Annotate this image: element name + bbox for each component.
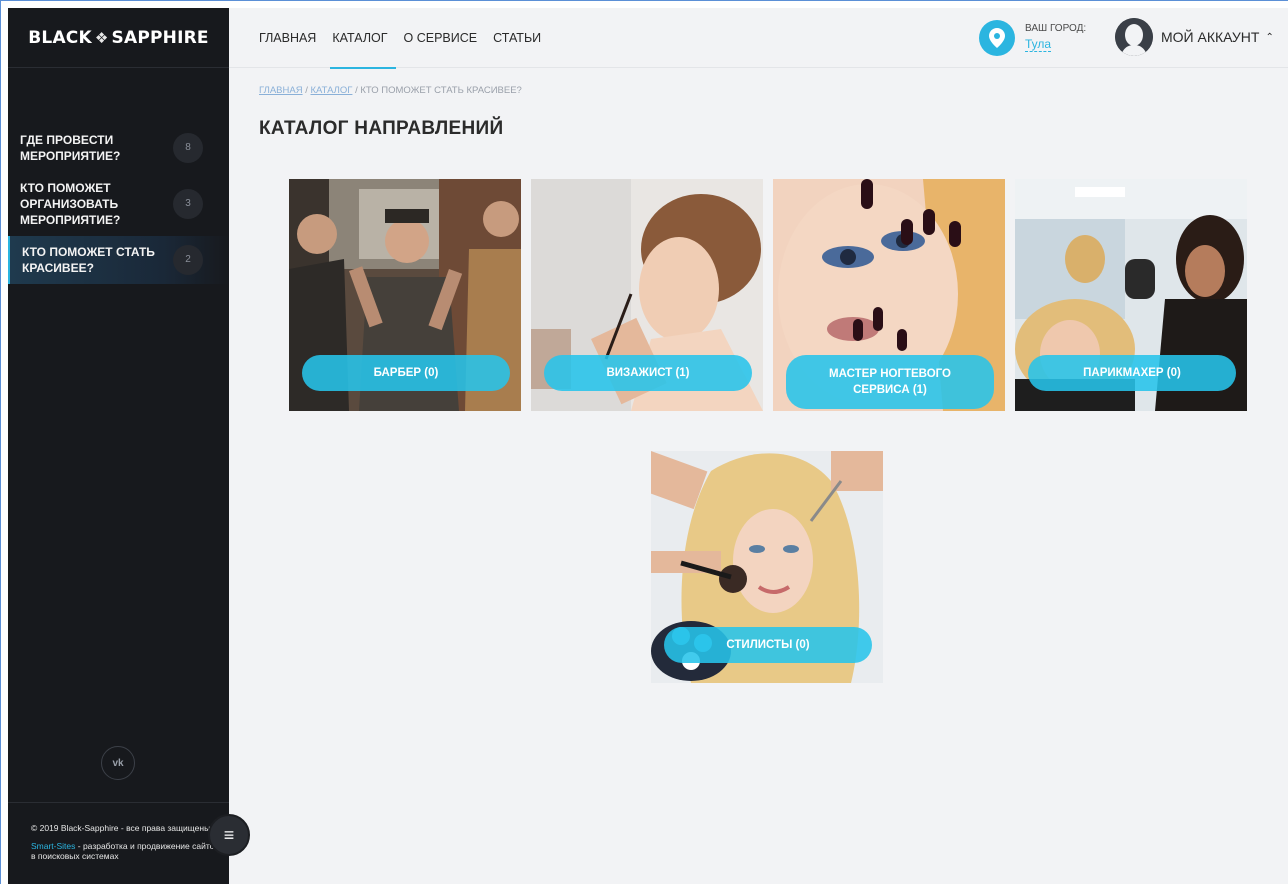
breadcrumb-catalog[interactable]: КАТАЛОГ (311, 85, 353, 96)
sidebar-item-label: ГДЕ ПРОВЕСТИ МЕРОПРИЯТИЕ? (20, 133, 121, 163)
avatar-icon (1115, 18, 1153, 56)
breadcrumb-separator: / (302, 85, 311, 96)
breadcrumb: ГЛАВНАЯ / КАТАЛОГ / КТО ПОМОЖЕТ СТАТЬ КР… (259, 85, 522, 96)
gem-icon: ❖ (94, 28, 109, 47)
side-menu: ГДЕ ПРОВЕСТИ МЕРОПРИЯТИЕ? 8 КТО ПОМОЖЕТ … (8, 124, 229, 284)
page-title: КАТАЛОГ НАПРАВЛЕНИЙ (259, 118, 504, 139)
nav-articles[interactable]: СТАТЬИ (485, 8, 549, 68)
catalog-card-hairdresser[interactable]: ПАРИКМАХЕР (0) (1015, 179, 1247, 411)
card-label: БАРБЕР (0) (302, 355, 510, 391)
nav-catalog[interactable]: КАТАЛОГ (324, 8, 396, 69)
nav-about[interactable]: О СЕРВИСЕ (396, 8, 486, 68)
vk-icon[interactable]: vk (101, 746, 135, 780)
developer-credit: Smart-Sites - разработка и продвижение с… (31, 841, 219, 861)
copyright-text: © 2019 Black-Sapphire - все права защище… (31, 823, 211, 833)
catalog-card-makeup-artist[interactable]: ВИЗАЖИСТ (1) (531, 179, 763, 411)
sidebar-item-label: КТО ПОМОЖЕТ СТАТЬ КРАСИВЕЕ? (22, 245, 155, 275)
breadcrumb-current: КТО ПОМОЖЕТ СТАТЬ КРАСИВЕЕ? (360, 85, 522, 96)
count-badge: 2 (173, 245, 203, 275)
account-menu[interactable]: МОЙ АККАУНТ ⌃ (1115, 18, 1274, 56)
nav-home[interactable]: ГЛАВНАЯ (251, 8, 324, 68)
sidebar-item-beauty[interactable]: КТО ПОМОЖЕТ СТАТЬ КРАСИВЕЕ? 2 (8, 236, 229, 284)
location-pin-icon (979, 20, 1015, 56)
count-badge: 3 (173, 189, 203, 219)
developer-link[interactable]: Smart-Sites (31, 841, 75, 851)
top-bar: ГЛАВНАЯ КАТАЛОГ О СЕРВИСЕ СТАТЬИ ВАШ ГОР… (229, 8, 1288, 69)
chevron-up-icon: ⌃ (1265, 31, 1274, 43)
sidebar-item-label: КТО ПОМОЖЕТ ОРГАНИЗОВАТЬ МЕРОПРИЯТИЕ? (20, 181, 121, 227)
card-label: МАСТЕР НОГТЕВОГО СЕРВИСА (1) (786, 355, 994, 409)
city-label: ВАШ ГОРОД: (1025, 23, 1087, 34)
breadcrumb-home[interactable]: ГЛАВНАЯ (259, 85, 303, 96)
hamburger-icon: ≡ (223, 824, 235, 845)
card-label: СТИЛИСТЫ (0) (664, 627, 872, 663)
logo-left: BLACK (28, 27, 92, 48)
sidebar: BLACK ❖ SAPPHIRE ГДЕ ПРОВЕСТИ МЕРОПРИЯТИ… (8, 8, 229, 884)
main-content: ГЛАВНАЯ КАТАЛОГ О СЕРВИСЕ СТАТЬИ ВАШ ГОР… (229, 8, 1288, 884)
catalog-card-stylists[interactable]: СТИЛИСТЫ (0) (651, 451, 883, 683)
hamburger-menu-button[interactable]: ≡ (208, 814, 250, 856)
count-badge: 8 (173, 133, 203, 163)
catalog-card-barber[interactable]: БАРБЕР (0) (289, 179, 521, 411)
logo[interactable]: BLACK ❖ SAPPHIRE (8, 8, 229, 68)
logo-right: SAPPHIRE (111, 27, 209, 48)
card-label: ПАРИКМАХЕР (0) (1028, 355, 1236, 391)
catalog-card-nail-master[interactable]: МАСТЕР НОГТЕВОГО СЕРВИСА (1) (773, 179, 1005, 411)
main-nav: ГЛАВНАЯ КАТАЛОГ О СЕРВИСЕ СТАТЬИ (251, 8, 549, 69)
card-label: ВИЗАЖИСТ (1) (544, 355, 752, 391)
account-label: МОЙ АККАУНТ (1161, 29, 1260, 45)
city-name-link[interactable]: Тула (1025, 37, 1052, 52)
sidebar-item-events[interactable]: ГДЕ ПРОВЕСТИ МЕРОПРИЯТИЕ? 8 (8, 124, 229, 172)
city-selector[interactable]: ВАШ ГОРОД: Тула (979, 20, 1086, 56)
sidebar-item-organize[interactable]: КТО ПОМОЖЕТ ОРГАНИЗОВАТЬ МЕРОПРИЯТИЕ? 3 (8, 172, 229, 236)
sidebar-footer: © 2019 Black-Sapphire - все права защище… (8, 802, 229, 869)
